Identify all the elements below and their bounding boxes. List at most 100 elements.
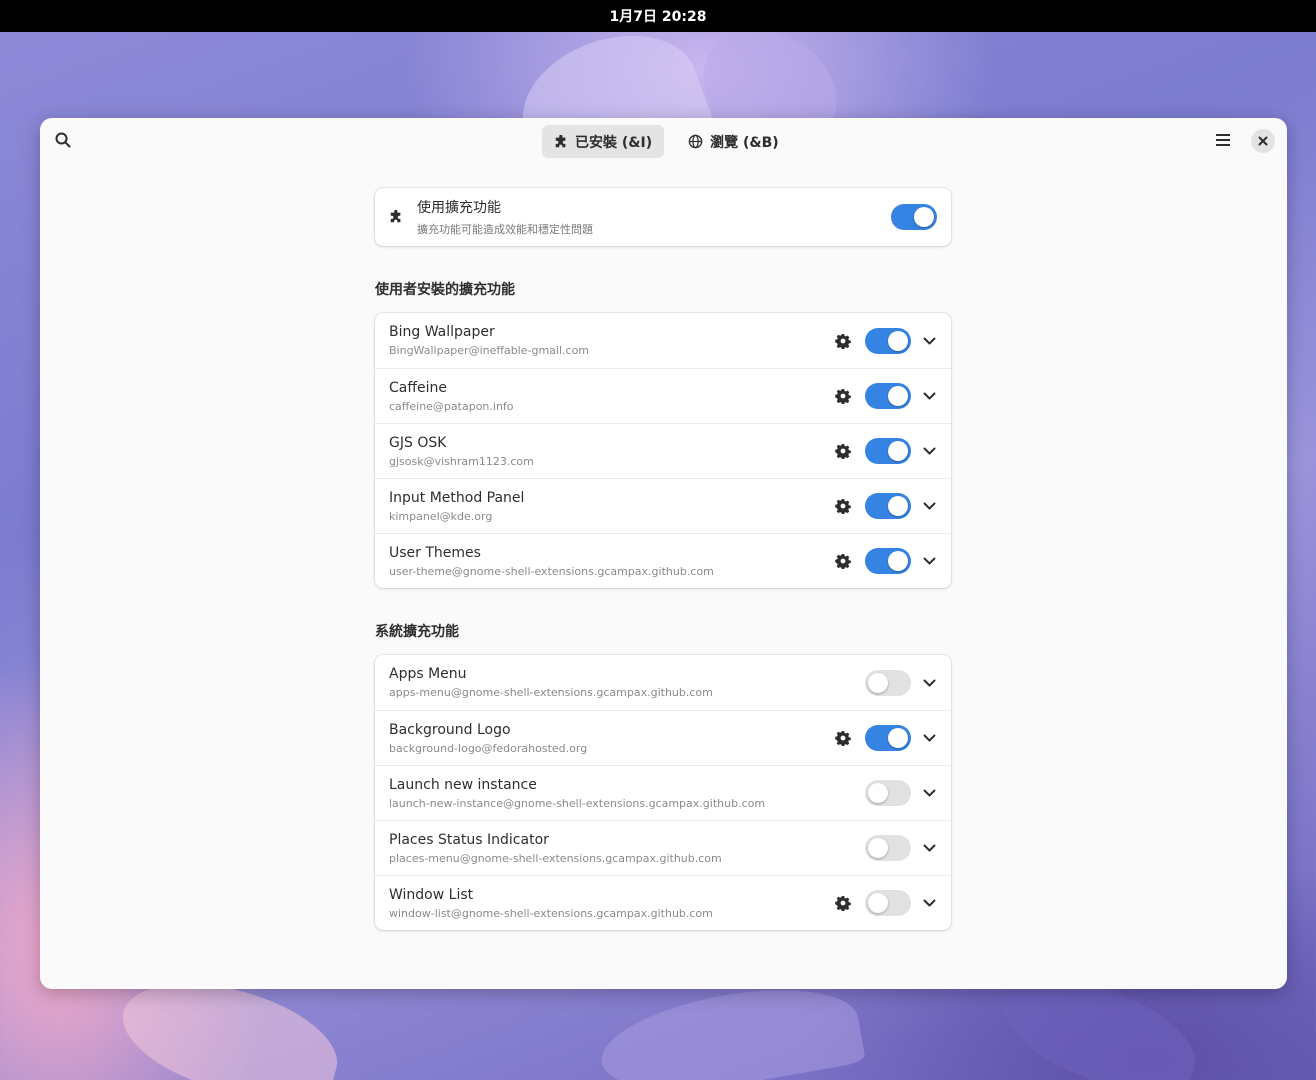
- extension-name: Window List: [389, 886, 474, 903]
- expand-button[interactable]: [921, 388, 937, 404]
- puzzle-icon: [389, 210, 403, 224]
- extension-uuid: BingWallpaper@ineffable-gmail.com: [389, 344, 590, 357]
- settings-button[interactable]: [835, 895, 851, 911]
- chevron-down-icon: [923, 447, 935, 455]
- top-bar: 1月7日 20:28: [0, 0, 1316, 32]
- hamburger-menu-icon: [1216, 134, 1230, 146]
- extension-switch[interactable]: [865, 438, 911, 464]
- installed-page: 使用擴充功能 擴充功能可能造成效能和穩定性問題 使用者安裝的擴充功能 Bing …: [375, 188, 951, 930]
- extension-uuid: caffeine@patapon.info: [389, 399, 514, 413]
- extension-name: Apps Menu: [389, 666, 467, 682]
- system-extensions-heading: 系統擴充功能: [375, 624, 459, 640]
- settings-button[interactable]: [835, 553, 851, 569]
- search-button[interactable]: [48, 125, 78, 155]
- extension-switch[interactable]: [865, 890, 911, 916]
- clock[interactable]: 1月7日 20:28: [610, 6, 707, 26]
- extension-row: User Themes user-theme@gnome-shell-exten…: [375, 533, 951, 588]
- expand-button[interactable]: [921, 498, 937, 514]
- extension-name: Caffeine: [389, 379, 447, 396]
- view-switcher: 已安裝 (&I) 瀏覽 (&B): [542, 125, 791, 158]
- extension-name: Bing Wallpaper: [389, 324, 495, 340]
- extension-row: Window List window-list@gnome-shell-exte…: [375, 875, 951, 930]
- extension-switch[interactable]: [865, 383, 911, 409]
- user-extensions-heading: 使用者安裝的擴充功能: [375, 282, 515, 298]
- extension-row: Caffeine caffeine@patapon.info: [375, 368, 951, 423]
- extension-uuid: window-list@gnome-shell-extensions.gcamp…: [389, 906, 713, 920]
- main-menu-button[interactable]: [1208, 125, 1238, 155]
- settings-button[interactable]: [835, 498, 851, 514]
- extension-uuid: gjsosk@vishram1123.com: [389, 454, 534, 468]
- extension-uuid: launch-new-instance@gnome-shell-extensio…: [389, 796, 766, 810]
- extension-row: Background Logo background-logo@fedoraho…: [375, 710, 951, 765]
- extension-row: Input Method Panel kimpanel@kde.org: [375, 478, 951, 533]
- extension-switch[interactable]: [865, 835, 911, 861]
- chevron-down-icon: [923, 789, 935, 797]
- user-extensions-list: Bing Wallpaper BingWallpaper@ineffable-g…: [375, 313, 951, 588]
- tab-browse-label: 瀏覽 (&B): [710, 134, 779, 151]
- extension-name: Launch new instance: [389, 776, 537, 793]
- header-bar: 已安裝 (&I) 瀏覽 (&B): [40, 118, 1287, 164]
- extension-name: User Themes: [389, 544, 481, 561]
- globe-icon: [688, 134, 703, 149]
- settings-button[interactable]: [835, 730, 851, 746]
- extension-row: Launch new instance launch-new-instance@…: [375, 765, 951, 820]
- chevron-down-icon: [923, 337, 935, 344]
- expand-button[interactable]: [921, 730, 937, 746]
- settings-button[interactable]: [835, 443, 851, 459]
- tab-browse[interactable]: 瀏覽 (&B): [676, 125, 791, 158]
- close-button[interactable]: [1251, 129, 1275, 153]
- extension-uuid: kimpanel@kde.org: [389, 509, 493, 523]
- extension-uuid: places-menu@gnome-shell-extensions.gcamp…: [389, 851, 722, 865]
- extension-row: Bing Wallpaper BingWallpaper@ineffable-g…: [375, 313, 951, 368]
- expand-button[interactable]: [921, 443, 937, 459]
- gear-icon: [835, 499, 851, 514]
- chevron-down-icon: [923, 392, 935, 400]
- tab-installed[interactable]: 已安裝 (&I): [542, 125, 665, 158]
- use-extensions-title: 使用擴充功能: [417, 200, 501, 216]
- use-extensions-subtitle: 擴充功能可能造成效能和穩定性問題: [417, 223, 593, 236]
- extension-switch[interactable]: [865, 669, 911, 696]
- tab-installed-label: 已安裝 (&I): [575, 134, 653, 151]
- chevron-down-icon: [923, 899, 935, 907]
- extension-switch[interactable]: [865, 493, 911, 519]
- expand-button[interactable]: [921, 553, 937, 569]
- extension-row: GJS OSK gjsosk@vishram1123.com: [375, 423, 951, 478]
- gear-icon: [835, 896, 851, 911]
- gear-icon: [835, 444, 851, 459]
- settings-button[interactable]: [835, 333, 851, 349]
- chevron-down-icon: [923, 679, 935, 686]
- extension-name: Background Logo: [389, 721, 511, 738]
- gear-icon: [835, 731, 851, 746]
- use-extensions-switch[interactable]: [891, 204, 937, 230]
- expand-button[interactable]: [921, 895, 937, 911]
- extension-switch[interactable]: [865, 327, 911, 354]
- extension-switch[interactable]: [865, 548, 911, 574]
- close-icon: [1258, 136, 1268, 146]
- extension-row: Places Status Indicator places-menu@gnom…: [375, 820, 951, 875]
- expand-button[interactable]: [921, 333, 937, 349]
- settings-button[interactable]: [835, 388, 851, 404]
- gear-icon: [835, 389, 851, 404]
- chevron-down-icon: [923, 844, 935, 852]
- extension-uuid: user-theme@gnome-shell-extensions.gcampa…: [389, 564, 714, 578]
- use-extensions-card: 使用擴充功能 擴充功能可能造成效能和穩定性問題: [375, 188, 951, 246]
- system-extensions-list: Apps Menu apps-menu@gnome-shell-extensio…: [375, 655, 951, 930]
- chevron-down-icon: [923, 734, 935, 742]
- extension-name: GJS OSK: [389, 434, 447, 451]
- gear-icon: [835, 333, 851, 349]
- chevron-down-icon: [923, 557, 935, 565]
- search-icon: [55, 132, 71, 148]
- chevron-down-icon: [923, 502, 935, 510]
- extension-name: Input Method Panel: [389, 489, 525, 506]
- extension-uuid: background-logo@fedorahosted.org: [389, 741, 588, 755]
- extension-switch[interactable]: [865, 725, 911, 751]
- extension-row: Apps Menu apps-menu@gnome-shell-extensio…: [375, 655, 951, 710]
- puzzle-icon: [555, 134, 566, 147]
- gear-icon: [835, 554, 851, 569]
- expand-button[interactable]: [921, 840, 937, 856]
- expand-button[interactable]: [921, 675, 937, 691]
- expand-button[interactable]: [921, 785, 937, 801]
- extensions-window: 已安裝 (&I) 瀏覽 (&B) 使用擴充功能 擴充功能可能造成效能和穩定性問題…: [40, 118, 1287, 989]
- extension-name: Places Status Indicator: [389, 831, 549, 848]
- extension-switch[interactable]: [865, 780, 911, 806]
